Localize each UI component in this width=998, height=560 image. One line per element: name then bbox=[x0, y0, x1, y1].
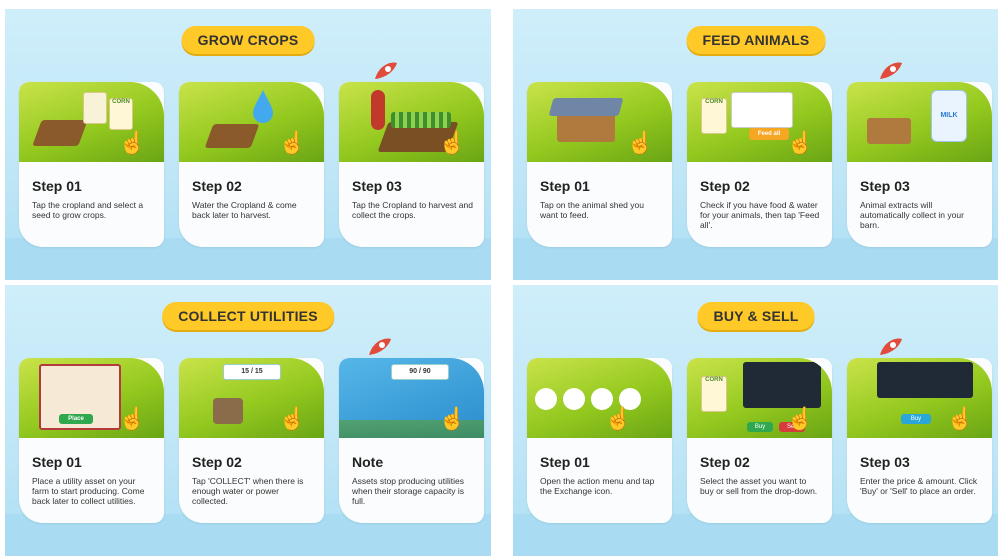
order-form bbox=[877, 362, 973, 398]
step-card[interactable]: CORN Feed all ☝ Step 02 Check if you hav… bbox=[687, 82, 832, 247]
seed-packet bbox=[83, 92, 107, 124]
step-description: Place a utility asset on your farm to st… bbox=[32, 476, 145, 506]
section-title-pill: BUY & SELL bbox=[697, 302, 815, 330]
feed-animals-panel: FEED ANIMALS ☝ Step 01 Tap on the animal… bbox=[513, 9, 998, 280]
feed-all-button: Feed all bbox=[749, 128, 789, 140]
buy-button: Buy bbox=[747, 422, 773, 432]
step-illustration: CORN Feed all ☝ bbox=[687, 82, 832, 162]
step-card[interactable]: Place ☝ Step 01 Place a utility asset on… bbox=[19, 358, 164, 523]
step-label: Step 01 bbox=[32, 454, 82, 470]
step-label: Step 02 bbox=[192, 178, 242, 194]
tap-hand-icon: ☝ bbox=[118, 130, 146, 155]
collect-utilities-panel: COLLECT UTILITIES Place ☝ Step 01 Place … bbox=[5, 285, 491, 556]
step-label: Step 01 bbox=[540, 454, 590, 470]
step-illustration: ☝ bbox=[527, 82, 672, 162]
step-description: Check if you have food & water for your … bbox=[700, 200, 820, 230]
cropland-plot bbox=[32, 120, 88, 146]
step-description: Water the Cropland & come back later to … bbox=[192, 200, 297, 220]
step-description: Tap the Cropland to harvest and collect … bbox=[352, 200, 473, 220]
rocket-icon bbox=[375, 62, 397, 79]
step-illustration: Place ☝ bbox=[19, 358, 164, 438]
tap-hand-icon: ☝ bbox=[626, 130, 654, 155]
rocket-icon bbox=[880, 62, 902, 79]
step-description: Enter the price & amount. Click 'Buy' or… bbox=[860, 476, 978, 496]
animal-shed bbox=[867, 118, 911, 144]
grown-crops bbox=[391, 112, 451, 128]
step-description: Open the action menu and tap the Exchang… bbox=[540, 476, 655, 496]
action-menu-icon bbox=[535, 388, 557, 410]
farmer-character bbox=[371, 90, 385, 130]
tap-hand-icon: ☝ bbox=[786, 406, 814, 431]
step-description: Assets stop producing utilities when the… bbox=[352, 476, 464, 506]
step-description: Tap the cropland and select a seed to gr… bbox=[32, 200, 144, 220]
milk-bottle: MILK bbox=[931, 90, 967, 142]
animal-shed bbox=[557, 112, 615, 142]
step-label: Note bbox=[352, 454, 384, 470]
tap-hand-icon: ☝ bbox=[438, 130, 466, 155]
utility-counter: 90 / 90 bbox=[391, 364, 449, 380]
tap-hand-icon: ☝ bbox=[604, 406, 632, 431]
buy-sell-panel: BUY & SELL ☝ Step 01 Open the action men… bbox=[513, 285, 998, 556]
step-card[interactable]: MILK Step 03 Animal extracts will automa… bbox=[847, 82, 992, 247]
step-illustration: ☝ bbox=[339, 82, 484, 162]
step-label: Step 02 bbox=[192, 454, 242, 470]
tap-hand-icon: ☝ bbox=[786, 130, 814, 155]
step-description: Select the asset you want to buy or sell… bbox=[700, 476, 818, 496]
grow-crops-panel: GROW CROPS CORN ☝ Step 01 Tap the cropla… bbox=[5, 9, 491, 280]
step-illustration: MILK bbox=[847, 82, 992, 162]
rocket-icon bbox=[369, 338, 391, 355]
corn-feed-bag: CORN bbox=[701, 98, 727, 134]
step-label: Step 03 bbox=[352, 178, 402, 194]
step-illustration: CORN Buy Sell ☝ bbox=[687, 358, 832, 438]
tap-hand-icon: ☝ bbox=[278, 406, 306, 431]
step-card[interactable]: 15 / 15 ☝ Step 02 Tap 'COLLECT' when the… bbox=[179, 358, 324, 523]
rocket-icon bbox=[880, 338, 902, 355]
corn-seed-packet: CORN bbox=[109, 98, 133, 130]
step-description: Animal extracts will automatically colle… bbox=[860, 200, 964, 230]
step-illustration: ☝ bbox=[179, 82, 324, 162]
section-title-pill: COLLECT UTILITIES bbox=[162, 302, 334, 330]
step-label: Step 02 bbox=[700, 178, 750, 194]
step-label: Step 01 bbox=[540, 178, 590, 194]
step-label: Step 02 bbox=[700, 454, 750, 470]
step-card[interactable]: CORN ☝ Step 01 Tap the cropland and sele… bbox=[19, 82, 164, 247]
step-card[interactable]: ☝ Step 03 Tap the Cropland to harvest an… bbox=[339, 82, 484, 247]
step-card[interactable]: ☝ Step 01 Open the action menu and tap t… bbox=[527, 358, 672, 523]
step-label: Step 03 bbox=[860, 454, 910, 470]
tap-hand-icon: ☝ bbox=[946, 406, 974, 431]
step-card[interactable]: 90 / 90 ☝ Note Assets stop producing uti… bbox=[339, 358, 484, 523]
step-description: Tap 'COLLECT' when there is enough water… bbox=[192, 476, 304, 506]
tap-hand-icon: ☝ bbox=[278, 130, 306, 155]
corn-asset-bag: CORN bbox=[701, 376, 727, 412]
step-card[interactable]: ☝ Step 01 Tap on the animal shed you wan… bbox=[527, 82, 672, 247]
coin-icon bbox=[563, 388, 585, 410]
step-label: Step 01 bbox=[32, 178, 82, 194]
cropland-plot bbox=[204, 124, 260, 148]
step-illustration: Buy ☝ bbox=[847, 358, 992, 438]
utility-counter: 15 / 15 bbox=[223, 364, 281, 380]
water-drop-icon bbox=[253, 90, 273, 123]
step-card[interactable]: Buy ☝ Step 03 Enter the price & amount. … bbox=[847, 358, 992, 523]
section-title-pill: GROW CROPS bbox=[181, 26, 315, 54]
tap-hand-icon: ☝ bbox=[118, 406, 146, 431]
shed-roof bbox=[548, 98, 624, 116]
water-well bbox=[213, 398, 243, 424]
feed-dialog bbox=[731, 92, 793, 128]
buy-button: Buy bbox=[901, 414, 931, 424]
step-description: Tap on the animal shed you want to feed. bbox=[540, 200, 644, 220]
step-label: Step 03 bbox=[860, 178, 910, 194]
step-illustration: 15 / 15 ☝ bbox=[179, 358, 324, 438]
asset-dropdown bbox=[743, 362, 821, 408]
place-button: Place bbox=[59, 414, 93, 424]
step-illustration: CORN ☝ bbox=[19, 82, 164, 162]
step-card[interactable]: ☝ Step 02 Water the Cropland & come back… bbox=[179, 82, 324, 247]
tap-hand-icon: ☝ bbox=[438, 406, 466, 431]
step-illustration: 90 / 90 ☝ bbox=[339, 358, 484, 438]
step-card[interactable]: CORN Buy Sell ☝ Step 02 Select the asset… bbox=[687, 358, 832, 523]
section-title-pill: FEED ANIMALS bbox=[686, 26, 826, 54]
step-illustration: ☝ bbox=[527, 358, 672, 438]
